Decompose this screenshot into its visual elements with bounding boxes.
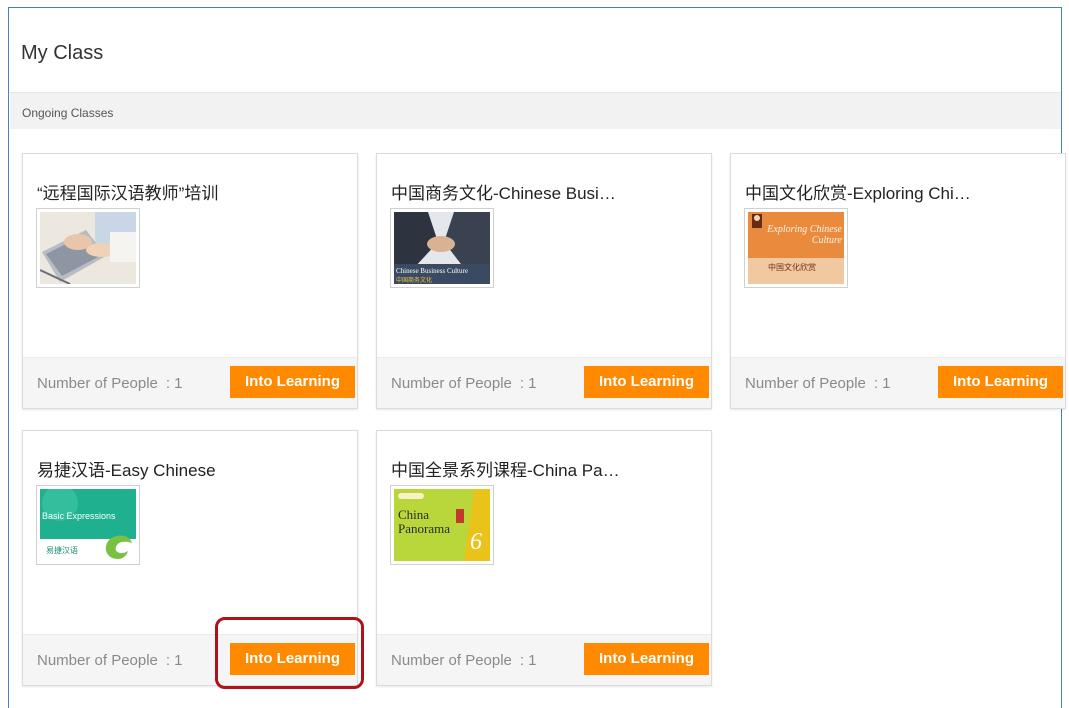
into-learning-button[interactable]: Into Learning (230, 643, 355, 675)
class-thumbnail[interactable]: Chinese Business Culture 中国商务文化 (390, 208, 494, 288)
section-label: Ongoing Classes (22, 106, 114, 120)
people-separator: : (519, 652, 525, 669)
class-title[interactable]: 易捷汉语-Easy Chinese (37, 456, 216, 481)
into-learning-button[interactable]: Into Learning (584, 366, 709, 398)
class-thumbnail[interactable]: Basic Expressions 易捷汉语 (36, 485, 140, 565)
class-card: 中国文化欣赏-Exploring Chi… Exploring Chinese … (730, 153, 1066, 409)
thumb-caption: Basic Expressions (42, 511, 116, 521)
class-card: 中国商务文化-Chinese Busi… Chinese Business Cu… (376, 153, 712, 409)
people-label: Number of People (391, 652, 512, 669)
people-count: Number of People:1 (391, 652, 536, 669)
people-separator: : (165, 375, 171, 392)
class-card: “远程国际汉语教师”培训 Number of People:1 Into Lea… (22, 153, 358, 409)
class-title[interactable]: “远程国际汉语教师”培训 (37, 179, 218, 204)
easy-chinese-cover-icon: Basic Expressions 易捷汉语 (40, 489, 136, 561)
thumb-caption: Chinese Business Culture (396, 267, 468, 275)
card-footer: Number of People:1 Into Learning (23, 634, 357, 685)
china-panorama-cover-icon: China Panorama 6 (394, 489, 490, 561)
people-separator: : (873, 375, 879, 392)
class-title[interactable]: 中国全景系列课程-China Pa… (391, 456, 620, 481)
class-title[interactable]: 中国文化欣赏-Exploring Chi… (745, 179, 971, 204)
people-count: Number of People:1 (37, 375, 182, 392)
handshake-photo-icon: Chinese Business Culture 中国商务文化 (394, 212, 490, 284)
into-learning-button[interactable]: Into Learning (230, 366, 355, 398)
thumb-subcaption: Panorama (398, 521, 450, 536)
people-label: Number of People (745, 375, 866, 392)
class-card: 易捷汉语-Easy Chinese Basic Expressions 易捷汉语… (22, 430, 358, 686)
thumb-subcaption: 易捷汉语 (46, 546, 78, 555)
laptop-typing-photo-icon (40, 212, 136, 284)
thumb-caption: Exploring Chinese Culture (767, 224, 842, 246)
people-count: Number of People:1 (745, 375, 890, 392)
class-thumbnail[interactable]: Exploring Chinese Culture 中国文化欣赏 (744, 208, 848, 288)
people-value: 1 (528, 375, 537, 392)
card-footer: Number of People:1 Into Learning (731, 357, 1065, 408)
people-count: Number of People:1 (37, 652, 182, 669)
people-value: 1 (882, 375, 891, 392)
people-label: Number of People (391, 375, 512, 392)
people-value: 1 (174, 652, 183, 669)
people-value: 1 (528, 652, 537, 669)
book-cover-culture-icon: Exploring Chinese Culture 中国文化欣赏 (748, 212, 844, 284)
people-label: Number of People (37, 375, 158, 392)
card-footer: Number of People:1 Into Learning (377, 634, 711, 685)
thumb-subcaption: 中国文化欣赏 (768, 263, 816, 272)
class-thumbnail[interactable]: China Panorama 6 (390, 485, 494, 565)
people-label: Number of People (37, 652, 158, 669)
class-title[interactable]: 中国商务文化-Chinese Busi… (391, 179, 616, 204)
people-value: 1 (174, 375, 183, 392)
card-footer: Number of People:1 Into Learning (23, 357, 357, 408)
card-footer: Number of People:1 Into Learning (377, 357, 711, 408)
section-header: Ongoing Classes (10, 92, 1061, 129)
page-title: My Class (21, 42, 104, 64)
into-learning-button[interactable]: Into Learning (584, 643, 709, 675)
thumb-subcaption: 中国商务文化 (396, 278, 433, 284)
people-separator: : (165, 652, 171, 669)
class-card: 中国全景系列课程-China Pa… China Panorama 6 Numb… (376, 430, 712, 686)
people-count: Number of People:1 (391, 375, 536, 392)
class-thumbnail[interactable] (36, 208, 140, 288)
into-learning-button[interactable]: Into Learning (938, 366, 1063, 398)
thumb-number: 6 (470, 529, 482, 555)
people-separator: : (519, 375, 525, 392)
